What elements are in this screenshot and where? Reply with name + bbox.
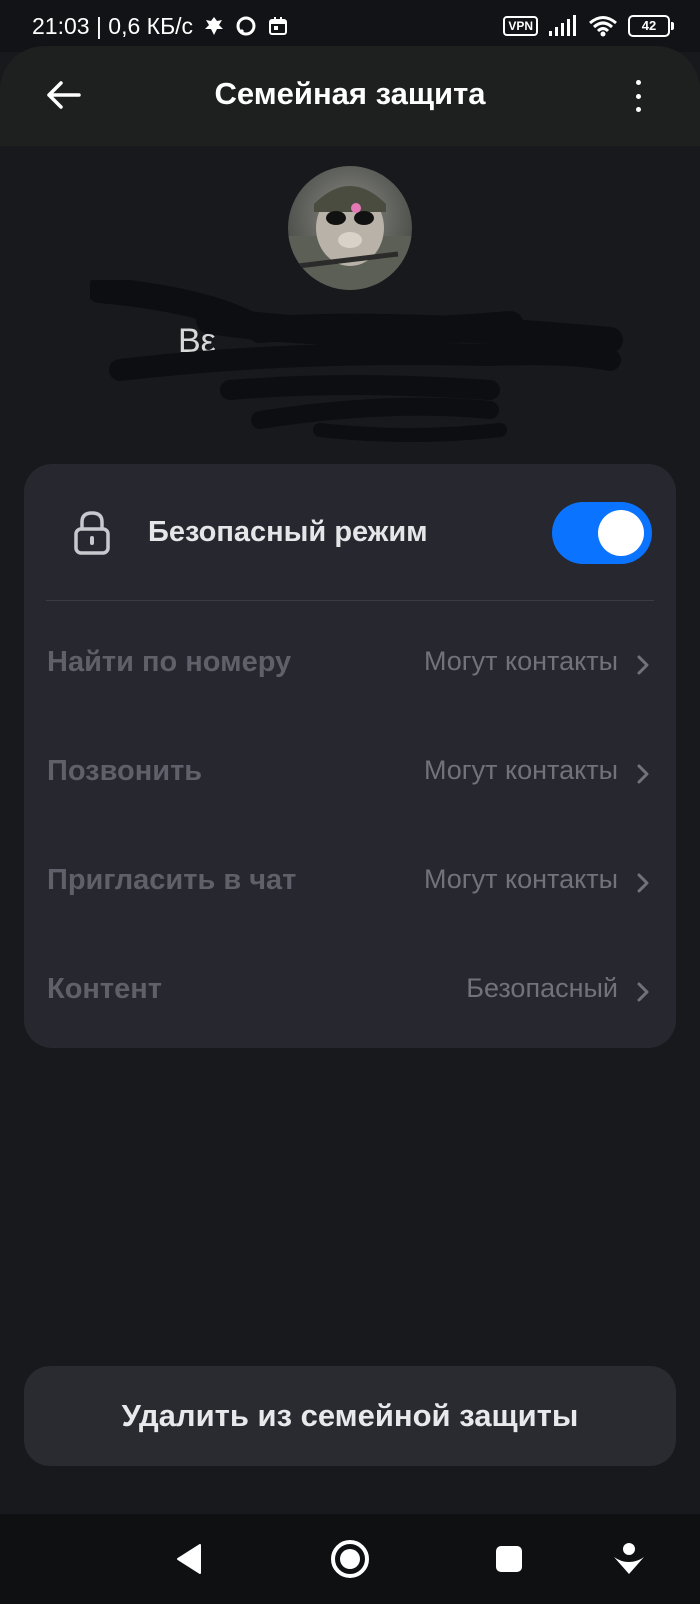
chat-notification-icon (236, 16, 256, 36)
nav-back-button[interactable] (166, 1536, 212, 1582)
setting-label: Позвонить (47, 755, 203, 787)
setting-value: Могут контакты (423, 755, 618, 785)
setting-value: Безопасный (466, 973, 618, 1003)
setting-label: Найти по номеру (47, 646, 292, 678)
chevron-right-icon (637, 982, 649, 1002)
status-left: 21:03 | 0,6 КБ/с (32, 13, 289, 40)
nav-assistant-button[interactable] (606, 1536, 652, 1582)
calendar-icon (269, 17, 288, 35)
safe-mode-row[interactable]: Безопасный режим (24, 464, 676, 600)
avatar[interactable] (288, 166, 412, 290)
setting-value: Могут контакты (423, 864, 618, 894)
nav-recents-button[interactable] (486, 1536, 532, 1582)
wifi-icon (589, 16, 617, 37)
chevron-right-icon (637, 873, 649, 893)
setting-row-call[interactable]: Позвонить Могут контакты (24, 721, 676, 829)
vpn-badge: VPN (503, 16, 538, 36)
status-time-speed: 21:03 | 0,6 КБ/с (32, 12, 194, 39)
circle-home-icon (331, 1540, 369, 1578)
redaction-scribble (90, 280, 623, 442)
square-recents-icon (496, 1546, 522, 1572)
setting-label: Контент (47, 973, 162, 1005)
nav-home-button[interactable] (327, 1536, 373, 1582)
delete-from-family-protection-button[interactable]: Удалить из семейной защиты (24, 1366, 676, 1466)
setting-row-invite-to-chat[interactable]: Пригласить в чат Могут контакты (24, 830, 676, 938)
more-dot (635, 107, 641, 112)
divider (46, 600, 654, 601)
setting-row-content[interactable]: Контент Безопасный (24, 939, 676, 1047)
setting-label: Пригласить в чат (47, 864, 297, 896)
avatar-image (288, 166, 412, 290)
triangle-back-icon (177, 1544, 201, 1574)
toggle-knob (598, 510, 644, 556)
more-vertical-icon (635, 80, 641, 85)
download-person-icon (614, 1543, 644, 1574)
more-dot (635, 93, 641, 99)
status-bar: 21:03 | 0,6 КБ/с VPN 42 (0, 0, 700, 52)
chevron-right-icon (637, 655, 649, 675)
page-title: Семейная защита (214, 76, 486, 111)
setting-value: Могут контакты (423, 646, 618, 676)
app-bar: Семейная защита (0, 46, 700, 146)
emblem-icon (205, 17, 224, 35)
more-options-button[interactable] (628, 74, 648, 118)
safe-mode-toggle[interactable] (552, 502, 652, 564)
status-right: VPN 42 (503, 15, 674, 37)
family-protection-settings-card: Безопасный режим Найти по номеру Могут к… (24, 464, 676, 1048)
lock-icon (74, 511, 110, 555)
chevron-right-icon (637, 764, 649, 784)
system-nav-bar (0, 1514, 700, 1604)
setting-row-find-by-number[interactable]: Найти по номеру Могут контакты (24, 612, 676, 720)
safe-mode-label: Безопасный режим (148, 516, 428, 548)
signal-icon (549, 15, 576, 36)
battery-indicator: 42 (628, 15, 674, 37)
